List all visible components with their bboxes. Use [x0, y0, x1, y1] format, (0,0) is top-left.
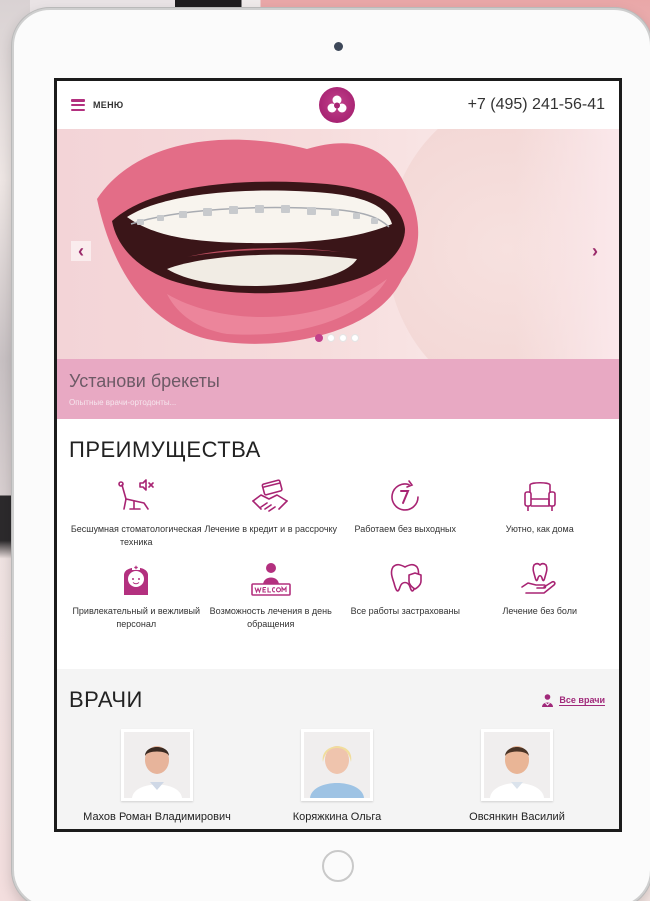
advantage-label: Работаем без выходных [354, 524, 457, 534]
doctor-icon [542, 693, 554, 707]
doctor-photo [481, 729, 553, 801]
slider-dot[interactable] [315, 334, 323, 342]
advantage-item: Уютно, как дома [473, 479, 608, 549]
doctor-portrait-male [484, 732, 550, 798]
doctors-section: ВРАЧИ Все врачи Махов Роман Владимирович… [57, 669, 619, 829]
doctor-card[interactable]: Овсянкин Василий [437, 729, 597, 823]
hamburger-icon [71, 99, 85, 111]
doctor-card[interactable]: Коряжкина Ольга [257, 729, 417, 823]
slide-caption[interactable]: Установи брекеты Опытные врачи-ортодонты… [57, 359, 619, 419]
advantage-label: Бесшумная стоматологическая техника [70, 524, 202, 547]
advantage-item: Все работы застрахованы [338, 561, 473, 631]
advantage-item: Лечение без боли [473, 561, 608, 631]
advantage-item: Работаем без выходных [338, 479, 473, 549]
tooth-trefoil-icon [327, 95, 347, 113]
doctor-portrait-female [304, 732, 370, 798]
advantage-label: Привлекательный и вежливый персонал [72, 606, 201, 629]
slider-prev-button[interactable]: ‹ [71, 241, 91, 261]
armchair-icon [523, 481, 556, 511]
hero-slider: ‹ › Установи брекеты Опытные врачи-ортод… [57, 129, 619, 419]
tablet-home-button[interactable] [322, 850, 354, 882]
doctor-name: Коряжкина Ольга [292, 811, 382, 823]
doctors-title: ВРАЧИ [69, 687, 143, 712]
doctors-list: Махов Роман Владимирович Коряжкина Ольга [69, 729, 605, 823]
tooth-hand-icon [520, 562, 556, 594]
tablet-screen: МЕНЮ +7 (495) 241-56-41 ‹ › Установи бре… [54, 78, 622, 832]
dental-chair-mute-icon [118, 479, 155, 510]
welcome-sign-icon [250, 563, 291, 596]
advantages-title: ПРЕИМУЩЕСТВА [69, 437, 261, 462]
doctor-name: Махов Роман Владимирович [83, 811, 231, 823]
slider-next-button[interactable]: › [585, 241, 605, 261]
doctor-name: Овсянкин Василий [469, 811, 565, 823]
tooth-shield-icon [390, 563, 423, 592]
slider-dots [315, 334, 359, 342]
all-doctors-label: Все врачи [559, 694, 605, 706]
phone-number[interactable]: +7 (495) 241-56-41 [468, 96, 605, 114]
all-doctors-link[interactable]: Все врачи [542, 693, 605, 707]
advantage-item: Лечение в кредит и в рассрочку [204, 479, 339, 549]
advantage-label: Лечение без боли [502, 606, 578, 616]
card-handshake-icon [251, 479, 288, 512]
slider-dot[interactable] [327, 334, 335, 342]
slide-image-smile [57, 129, 619, 409]
advantages-grid: Бесшумная стоматологическая техника Лече… [69, 479, 607, 631]
doctors-header: ВРАЧИ Все врачи [69, 687, 605, 713]
advantage-label: Уютно, как дома [505, 524, 574, 534]
doctor-card[interactable]: Махов Роман Владимирович [77, 729, 237, 823]
nurse-icon [124, 565, 149, 595]
doctor-portrait-male [124, 732, 190, 798]
advantage-label: Возможность лечения в день обращения [209, 606, 332, 629]
advantage-label: Лечение в кредит и в рассрочку [204, 524, 338, 534]
menu-label: МЕНЮ [93, 100, 124, 110]
tablet-frame: МЕНЮ +7 (495) 241-56-41 ‹ › Установи бре… [12, 8, 650, 901]
advantage-item: Привлекательный и вежливый персонал [69, 561, 204, 631]
slide-subtitle: Опытные врачи-ортодонты... [69, 398, 177, 407]
advantage-item: Бесшумная стоматологическая техника [69, 479, 204, 549]
slider-dot[interactable] [339, 334, 347, 342]
menu-button[interactable]: МЕНЮ [71, 99, 123, 111]
tablet-camera [334, 42, 343, 51]
doctor-photo [121, 729, 193, 801]
site-header: МЕНЮ +7 (495) 241-56-41 [57, 81, 619, 129]
advantages-section: ПРЕИМУЩЕСТВА Бесшумная стоматологическая… [57, 419, 619, 669]
slide-title: Установи брекеты [69, 371, 220, 391]
clock-seven-icon [391, 480, 420, 511]
slider-dot[interactable] [351, 334, 359, 342]
smile-braces-illustration [97, 139, 419, 344]
advantage-label: Все работы застрахованы [350, 606, 460, 616]
clinic-logo[interactable] [319, 87, 355, 123]
chevron-left-icon: ‹ [78, 241, 84, 261]
chevron-right-icon: › [592, 241, 598, 261]
advantage-item: Возможность лечения в день обращения [204, 561, 339, 631]
doctor-photo [301, 729, 373, 801]
